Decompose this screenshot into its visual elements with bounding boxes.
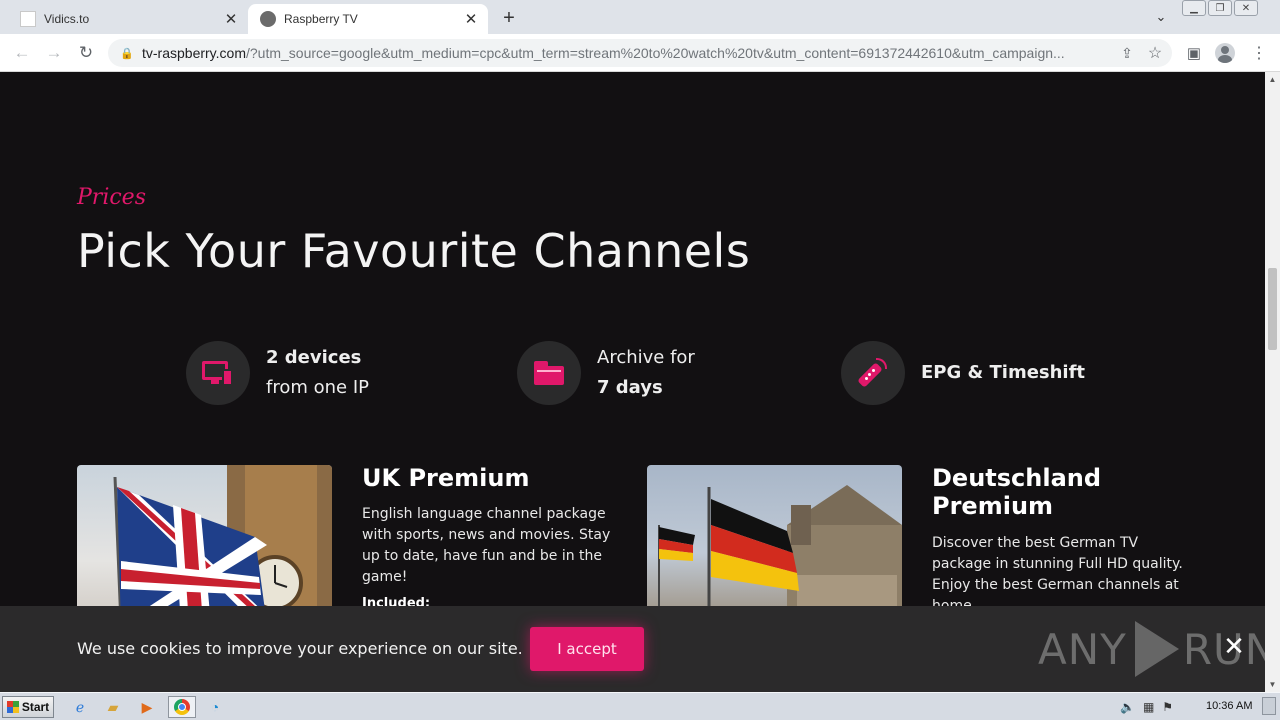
side-panel-icon[interactable]: ▣ [1183, 42, 1205, 64]
profile-avatar[interactable] [1214, 42, 1236, 64]
forward-arrow-icon[interactable]: → [42, 42, 66, 64]
uk-flag-image [77, 465, 332, 625]
window-controls: ▁ ❐ ✕ [1182, 0, 1258, 18]
browser-tab-strip: Vidics.to ✕ Raspberry TV ✕ + ⌄ ▁ ❐ ✕ [0, 0, 1280, 34]
folder-icon[interactable]: ▰ [101, 696, 125, 718]
chevron-down-icon[interactable]: ⌄ [1150, 6, 1172, 28]
feature-text: from one IP [266, 377, 369, 398]
folder-icon [517, 341, 581, 405]
page-icon [20, 11, 36, 27]
tab-raspberry-tv[interactable]: Raspberry TV ✕ [248, 4, 488, 34]
package-description-uk: English language channel package with sp… [362, 506, 611, 585]
reload-icon[interactable]: ↻ [74, 42, 98, 64]
feature-archive: Archive for 7 days [517, 340, 695, 406]
lock-icon[interactable]: 🔒 [120, 47, 134, 60]
tab-title: Raspberry TV [284, 12, 358, 26]
feature-bold: 2 devices [266, 347, 362, 368]
close-icon[interactable]: ✕ [462, 10, 480, 28]
windows-logo-icon [6, 701, 19, 713]
remote-icon [841, 341, 905, 405]
system-tray: 🔈 ▦ ⚑ [1120, 696, 1173, 718]
accept-cookies-button[interactable]: I accept [530, 627, 644, 671]
star-icon[interactable]: ☆ [1144, 42, 1166, 64]
globe-icon [260, 11, 276, 27]
page-scrollbar[interactable]: ▲ ▼ [1265, 72, 1280, 692]
scroll-up-arrow-icon[interactable]: ▲ [1265, 72, 1280, 87]
menu-dots-icon[interactable]: ⋮ [1248, 42, 1270, 64]
internet-explorer-icon[interactable]: ℯ [68, 696, 92, 718]
section-eyebrow: Prices [77, 185, 146, 210]
germany-flag-image [647, 465, 902, 625]
feature-devices: 2 devices from one IP [186, 340, 369, 406]
share-icon[interactable]: ⇪ [1116, 42, 1138, 64]
scroll-down-arrow-icon[interactable]: ▼ [1265, 677, 1280, 692]
package-title-de: Deutschland Premium [932, 464, 1102, 520]
devices-icon [186, 341, 250, 405]
feature-text: Archive for [597, 347, 695, 368]
start-button[interactable]: Start [2, 696, 54, 718]
feature-epg: EPG & Timeshift [841, 340, 1085, 406]
close-icon[interactable]: ✕ [222, 10, 240, 28]
edge-icon[interactable]: ◔ [203, 696, 227, 718]
windows-taskbar: Start ℯ ▰ ▶ ◔ 🔈 ▦ ⚑ 10:36 AM [0, 692, 1280, 720]
network-icon[interactable]: ▦ [1143, 700, 1154, 714]
back-arrow-icon[interactable]: ← [10, 42, 34, 64]
address-bar[interactable]: 🔒 tv-raspberry.com/?utm_source=google&ut… [108, 39, 1172, 67]
show-desktop-button[interactable] [1262, 697, 1276, 715]
page-viewport: Prices Pick Your Favourite Channels 2 de… [0, 72, 1265, 692]
clock[interactable]: 10:36 AM [1206, 700, 1252, 712]
close-window-button[interactable]: ✕ [1234, 0, 1258, 16]
package-description-de: Discover the best German TV package in s… [932, 535, 1183, 614]
feature-bold: EPG & Timeshift [921, 362, 1086, 383]
play-icon [1134, 621, 1179, 677]
url-text[interactable]: tv-raspberry.com/?utm_source=google&utm_… [142, 45, 1108, 61]
package-title-uk: UK Premium [362, 464, 530, 492]
scrollbar-thumb[interactable] [1268, 268, 1277, 350]
cookie-message: We use cookies to improve your experienc… [77, 639, 523, 658]
watermark-left: ANY [1038, 624, 1127, 674]
chrome-icon[interactable] [168, 696, 196, 718]
minimize-button[interactable]: ▁ [1182, 0, 1206, 16]
flag-icon[interactable]: ⚑ [1162, 700, 1173, 714]
media-player-icon[interactable]: ▶ [135, 696, 159, 718]
tab-vidics[interactable]: Vidics.to ✕ [8, 4, 248, 34]
tab-title: Vidics.to [44, 12, 90, 26]
close-icon[interactable]: ✕ [1222, 631, 1246, 661]
new-tab-button[interactable]: + [497, 6, 521, 30]
cookie-banner: We use cookies to improve your experienc… [0, 606, 1265, 692]
feature-bold: 7 days [597, 377, 663, 398]
volume-icon[interactable]: 🔈 [1120, 700, 1135, 714]
page-title: Pick Your Favourite Channels [77, 224, 751, 278]
restore-button[interactable]: ❐ [1208, 0, 1232, 16]
browser-toolbar: ← → ↻ 🔒 tv-raspberry.com/?utm_source=goo… [0, 34, 1280, 72]
